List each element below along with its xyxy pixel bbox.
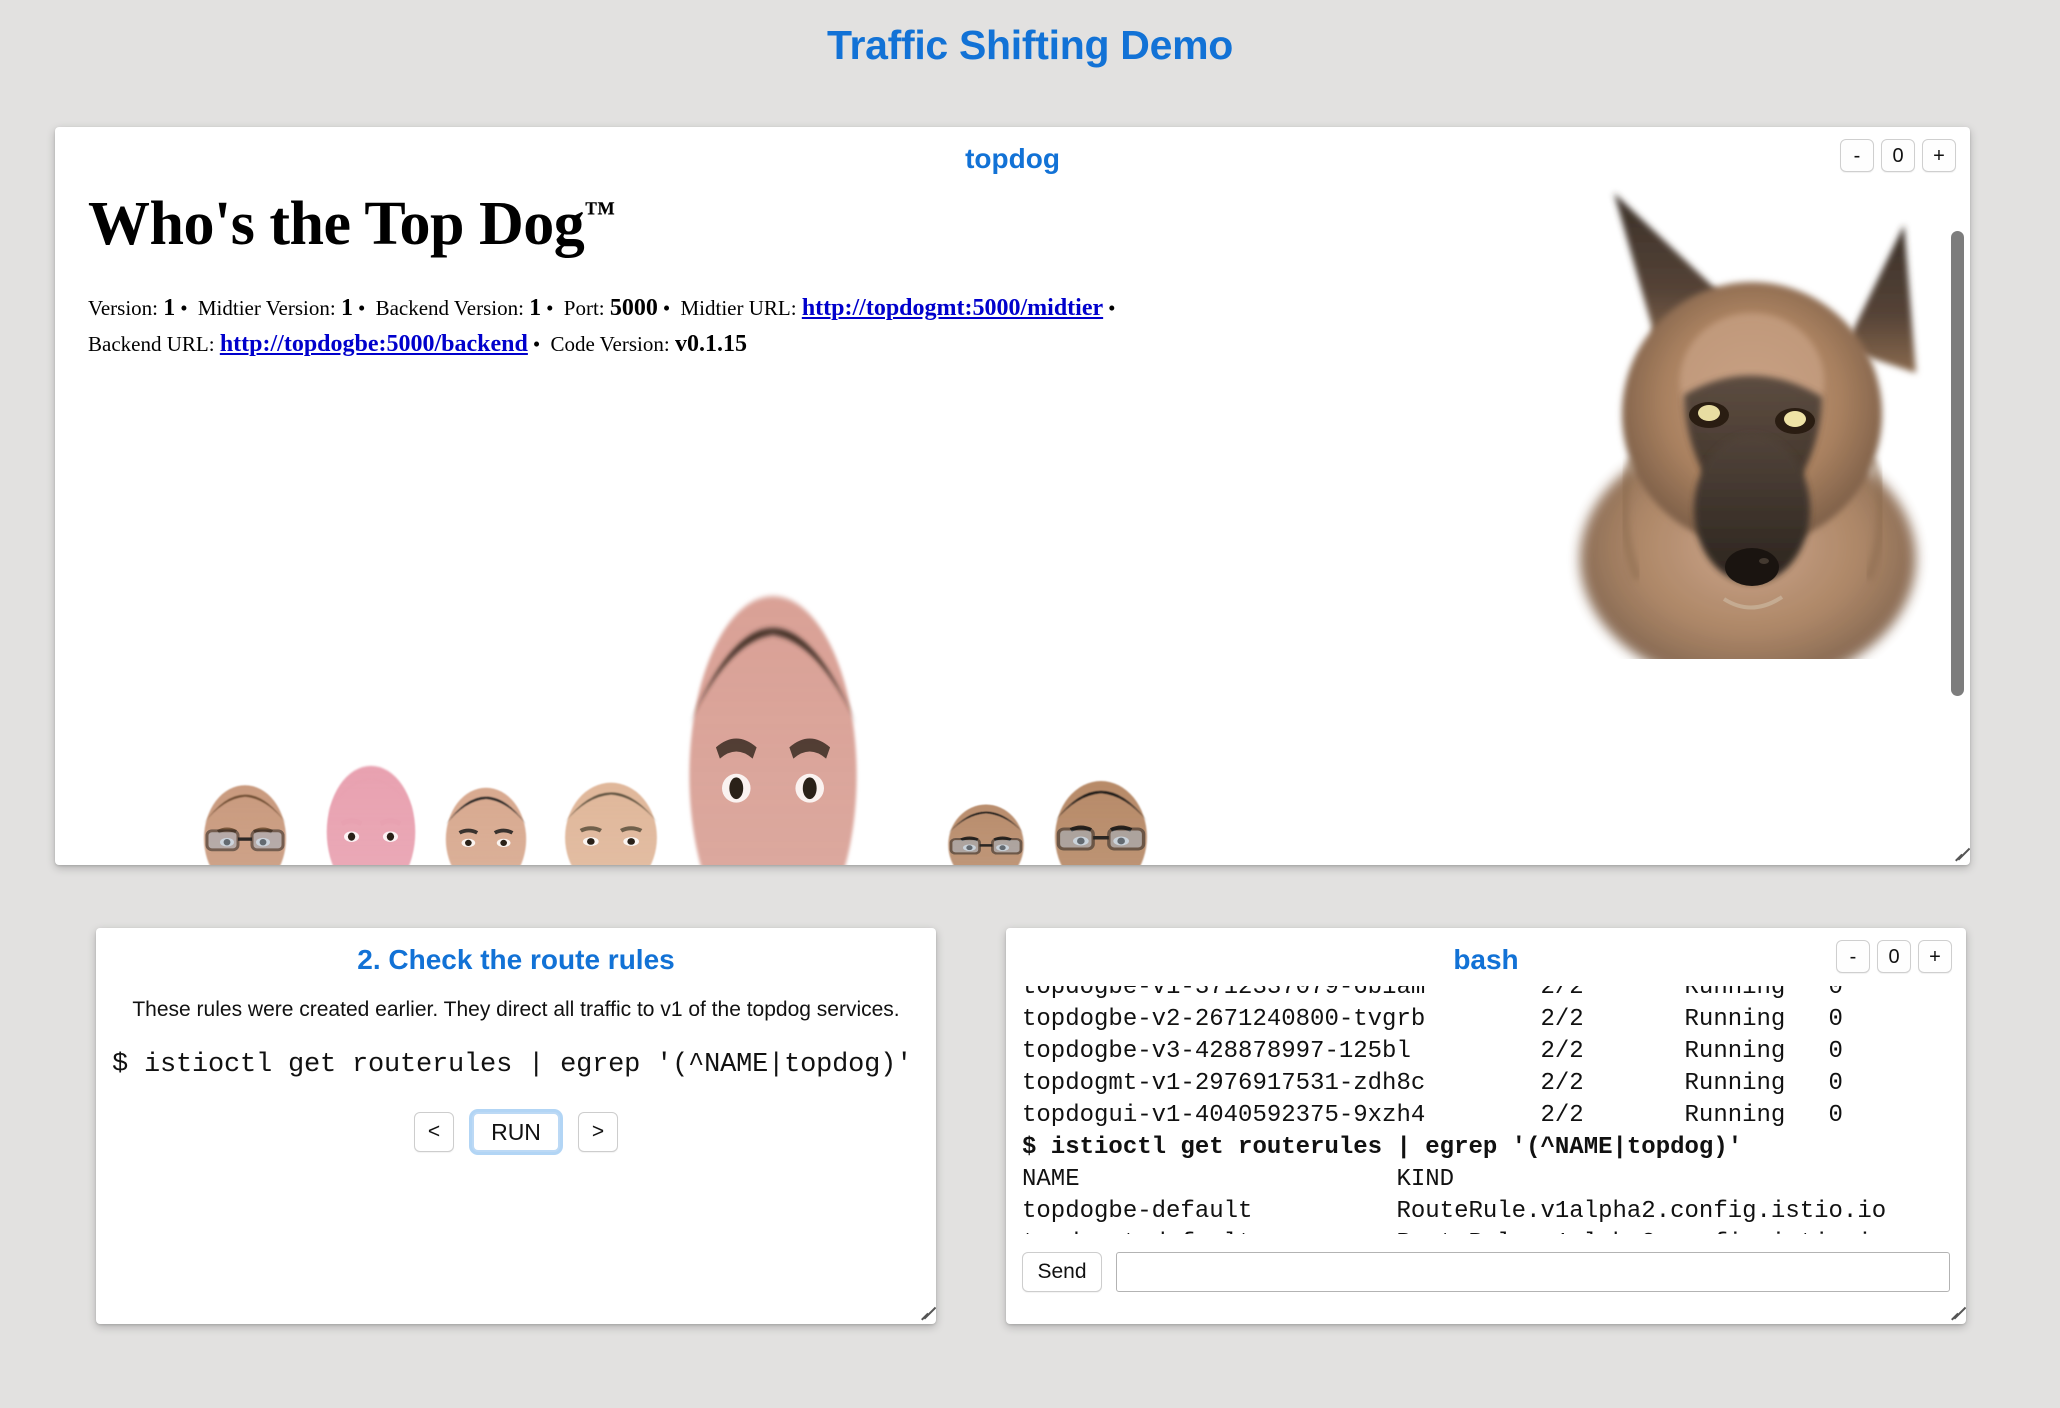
terminal-line: topdogbe-v3-428878997-125bl 2/2 Running … [1022,1036,1958,1068]
terminal-line: topdogmt-v1-2976917531-zdh8c 2/2 Running… [1022,1068,1958,1100]
bullet-sep-1: • [175,296,192,320]
terminal-line: $ istioctl get routerules | egrep '(^NAM… [1022,1132,1958,1164]
topdog-resize-handle[interactable] [1951,846,1967,862]
version-info-line: Version: 1• Midtier Version: 1• Backend … [55,260,1175,362]
code-version-label: Code Version: [550,332,669,356]
bash-zoom-out-button[interactable]: - [1836,940,1870,973]
send-button[interactable]: Send [1022,1252,1102,1292]
steps-description: These rules were created earlier. They d… [96,976,936,1022]
steps-button-row: < RUN > [96,1080,936,1152]
version-value: 1 [163,295,175,321]
face-cutout [671,545,875,865]
steps-panel: 2. Check the route rules These rules wer… [96,928,936,1324]
run-button[interactable]: RUN [472,1112,560,1152]
topdog-content: Who's the Top Dog™ Version: 1• Midtier V… [55,127,1970,865]
bash-zoom-value[interactable]: 0 [1877,940,1911,973]
next-step-button[interactable]: > [578,1112,618,1152]
topdog-zoom-controls: - 0 + [1840,139,1956,172]
trademark-symbol: ™ [584,194,614,229]
topdog-zoom-out-button[interactable]: - [1840,139,1874,172]
bash-terminal-output[interactable]: topdogbe-v1-3712337079-6b1am 2/2 Running… [1022,986,1958,1234]
topdog-heading-text: Who's the Top Dog [88,190,584,258]
bash-command-input[interactable] [1116,1252,1950,1292]
face-cutout [555,767,667,865]
code-version-value: v0.1.15 [675,331,747,357]
terminal-line: NAME KIND [1022,1164,1958,1196]
steps-command-text: $ istioctl get routerules | egrep '(^NAM… [96,1022,936,1080]
faces-row [55,535,1970,865]
bash-zoom-controls: - 0 + [1836,940,1952,973]
midtier-version-value: 1 [341,295,353,321]
bash-panel: - 0 + bash topdogbe-v1-3712337079-6b1am … [1006,928,1966,1324]
terminal-line: topdogbe-v1-3712337079-6b1am 2/2 Running… [1022,986,1958,1004]
scrollbar-thumb[interactable] [1951,231,1964,696]
bullet-sep-6: • [528,332,545,356]
face-cutout [437,773,535,865]
terminal-line: topdogbe-v2-2671240800-tvgrb 2/2 Running… [1022,1004,1958,1036]
bullet-sep-2: • [353,296,370,320]
topdog-heading: Who's the Top Dog™ [55,179,1970,260]
midtier-url-label: Midtier URL: [680,296,796,320]
terminal-line: topdogmt-default RouteRule.v1alpha2.conf… [1022,1228,1958,1234]
topdog-zoom-in-button[interactable]: + [1922,139,1956,172]
steps-resize-handle[interactable] [917,1305,933,1321]
face-cutout [940,793,1032,865]
terminal-line: topdogui-v1-4040592375-9xzh4 2/2 Running… [1022,1100,1958,1132]
bash-zoom-in-button[interactable]: + [1918,940,1952,973]
page-title: Traffic Shifting Demo [0,0,2060,69]
backend-version-value: 1 [529,295,541,321]
port-label: Port: [564,296,605,320]
backend-version-label: Backend Version: [376,296,524,320]
backend-url-label: Backend URL: [88,332,215,356]
bash-panel-title: bash [1006,928,1966,976]
topdog-vertical-scrollbar[interactable] [1951,231,1964,696]
bash-resize-handle[interactable] [1947,1305,1963,1321]
port-value: 5000 [610,295,658,321]
topdog-zoom-value[interactable]: 0 [1881,139,1915,172]
steps-panel-title: 2. Check the route rules [96,928,936,976]
face-cutout [195,770,295,865]
midtier-url-link[interactable]: http://topdogmt:5000/midtier [802,295,1103,321]
face-cutout [1045,765,1157,865]
bullet-sep-5: • [1103,296,1120,320]
bash-input-row: Send [1022,1252,1950,1292]
terminal-line: topdogbe-default RouteRule.v1alpha2.conf… [1022,1196,1958,1228]
midtier-version-label: Midtier Version: [198,296,336,320]
bullet-sep-4: • [658,296,675,320]
previous-step-button[interactable]: < [414,1112,454,1152]
face-cutout [317,747,425,865]
backend-url-link[interactable]: http://topdogbe:5000/backend [220,331,528,357]
topdog-panel: - 0 + topdog Who's the Top Dog™ Version:… [55,127,1970,865]
version-label: Version: [88,296,158,320]
bullet-sep-3: • [541,296,558,320]
